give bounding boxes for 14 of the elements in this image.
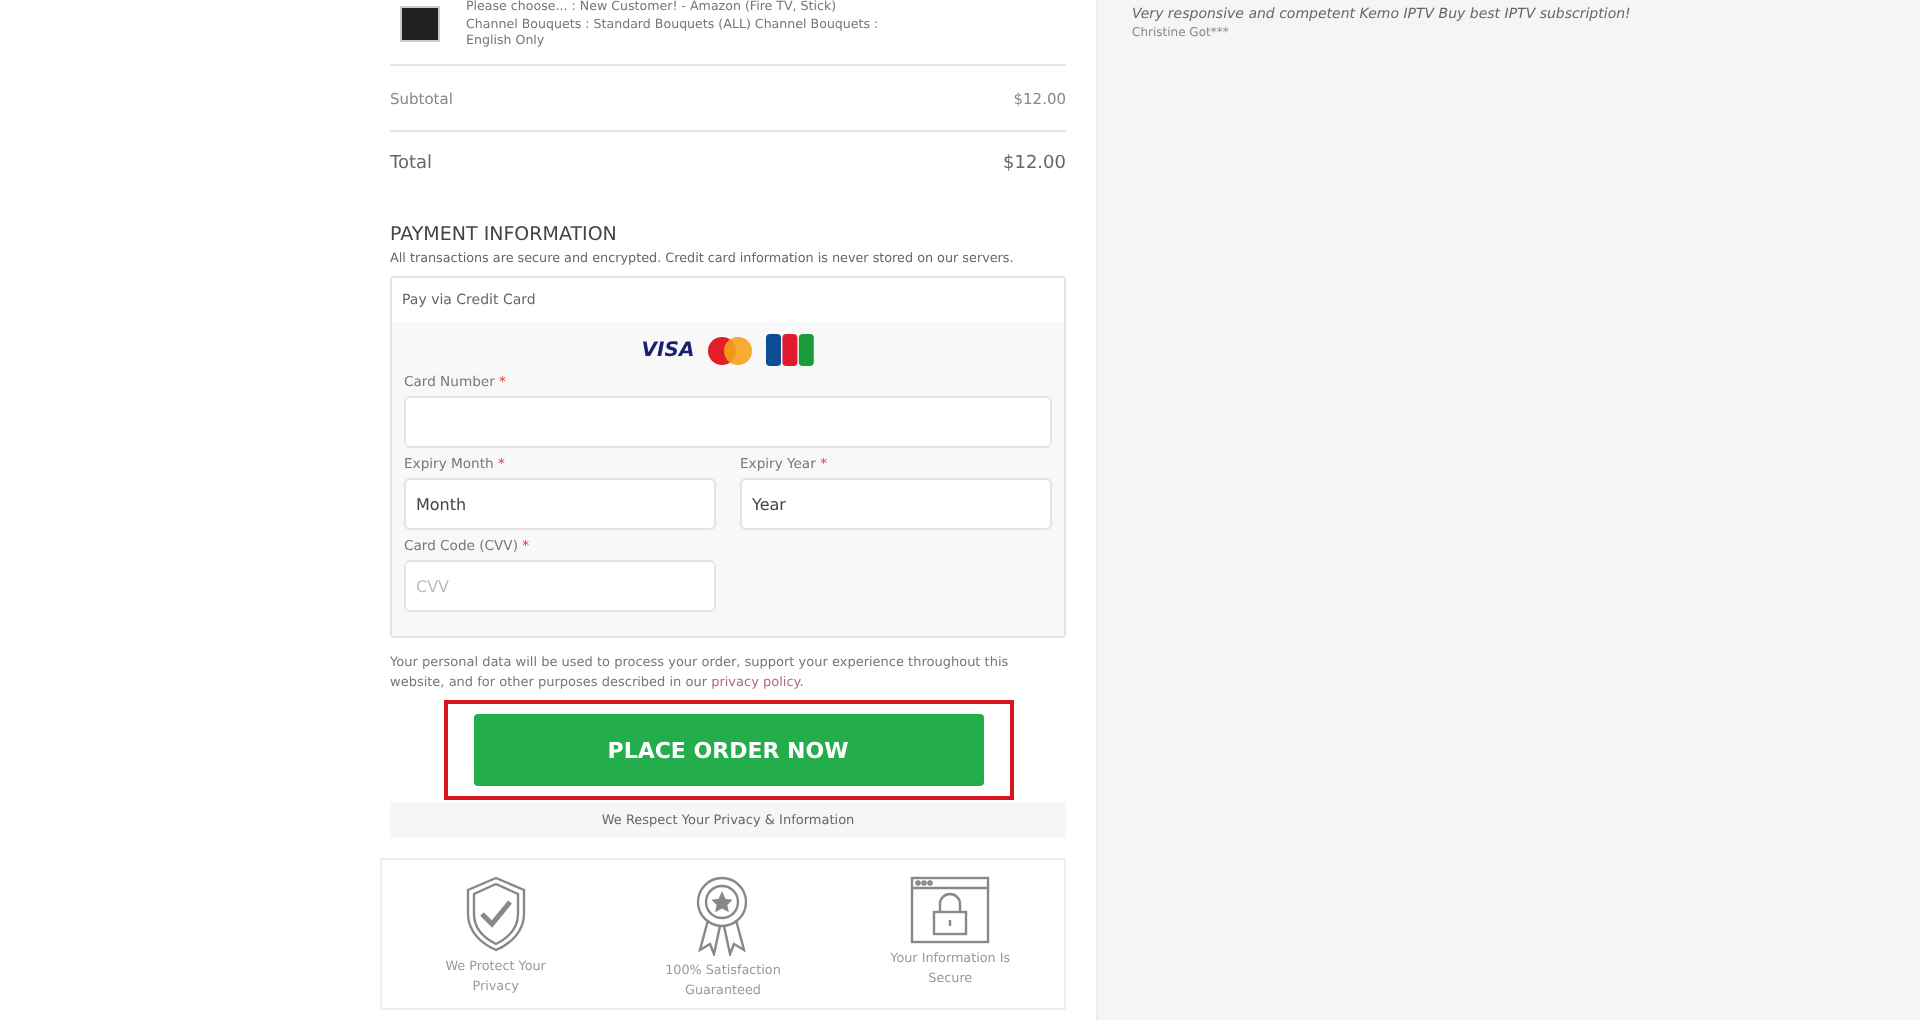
total-label: Total: [390, 154, 433, 174]
product-thumbnail: [400, 6, 440, 42]
card-logo-icon: [766, 334, 815, 366]
shield-check-icon: [463, 876, 528, 952]
section-heading: PAYMENT INFORMATION: [390, 224, 619, 246]
browser-lock-icon: [910, 876, 991, 944]
input-field[interactable]: [404, 396, 1052, 448]
input-field[interactable]: Month: [404, 478, 716, 530]
input-field[interactable]: Year: [740, 478, 1052, 530]
card-logo-icon: [706, 335, 755, 365]
input-field[interactable]: CVV: [404, 560, 716, 612]
total-amount: $12.00: [1003, 154, 1066, 174]
award-ribbon-icon: [692, 876, 753, 956]
visa-logo: VISA: [641, 339, 695, 361]
